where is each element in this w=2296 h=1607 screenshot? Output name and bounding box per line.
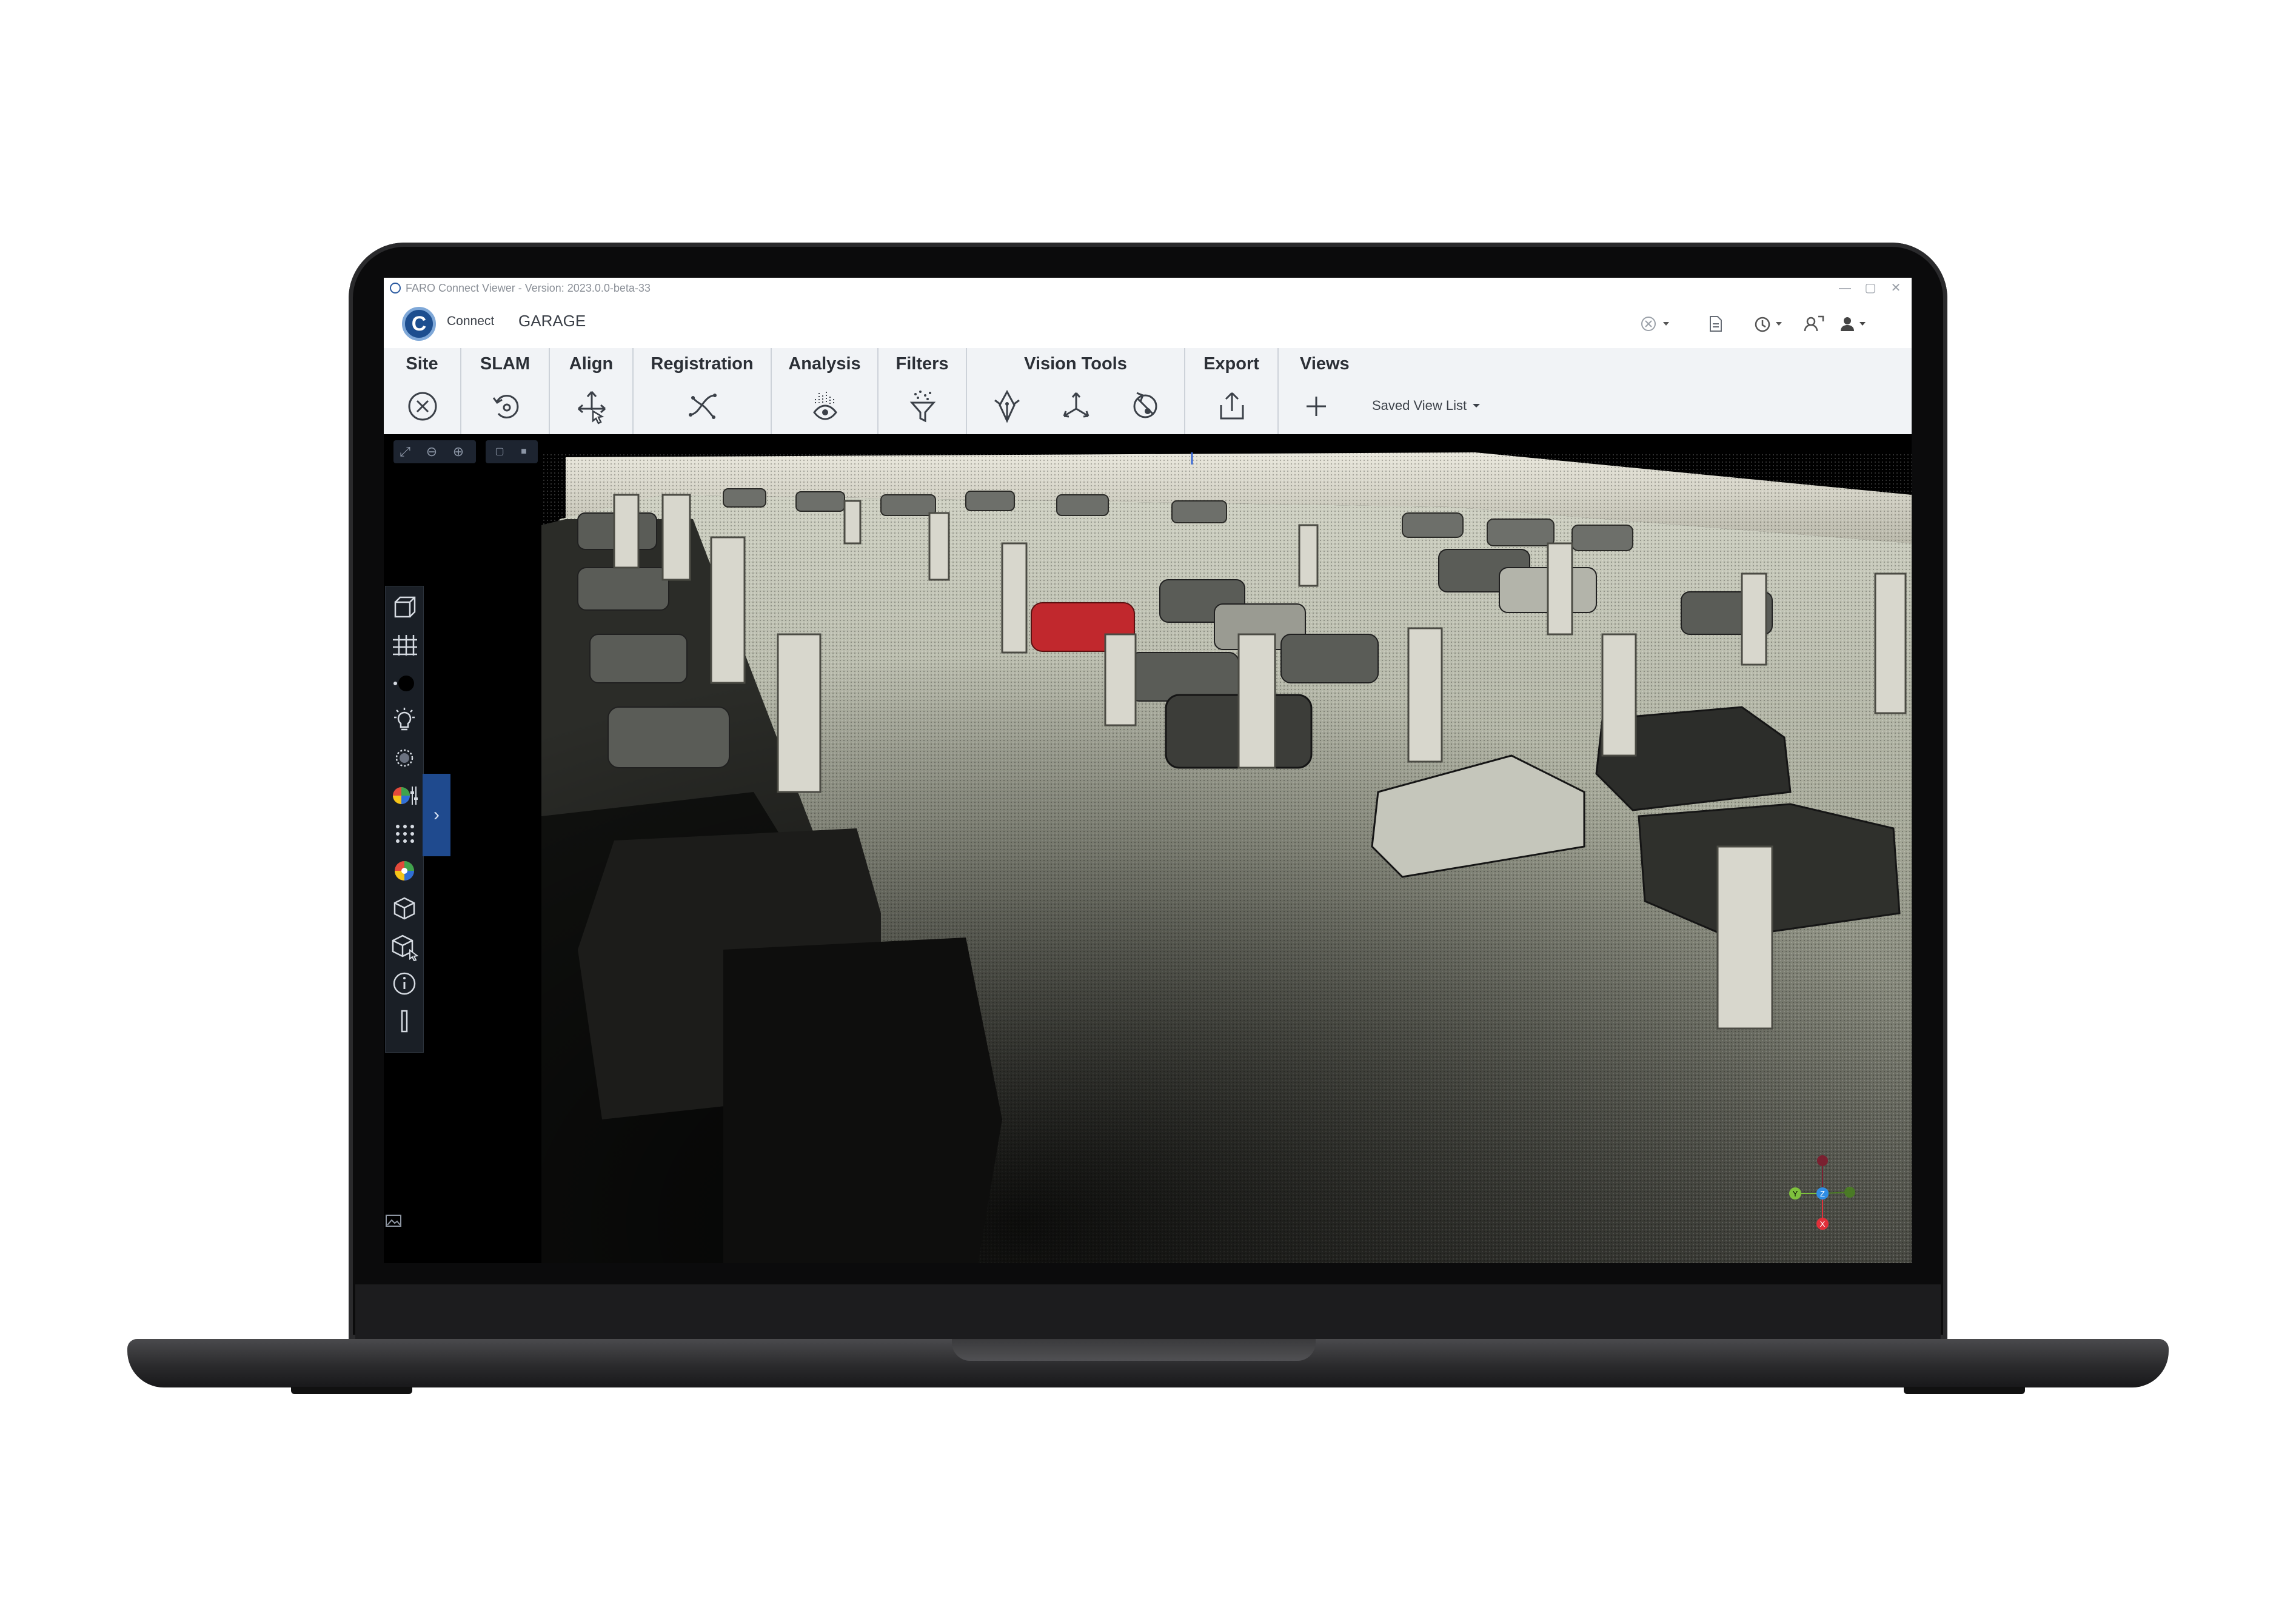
cube-view-icon[interactable] [389,592,420,623]
history-icon[interactable] [1752,313,1786,335]
ribbon-group-registration: Registration [634,348,772,434]
measure-tool-icon[interactable] [1126,387,1165,426]
pen-tool-icon[interactable] [988,387,1026,426]
minimize-button[interactable]: — [1833,278,1857,298]
zoom-in-icon[interactable]: ⊕ [450,444,466,460]
saved-view-list-label: Saved View List [1372,398,1467,413]
sidebar-expand-button[interactable]: › [423,774,450,856]
viewer-tool-sidebar [385,586,424,1053]
add-view-icon[interactable] [1297,387,1336,426]
view-mode-controls: ▢ ■ [486,440,538,463]
axis-z-label: Z [1820,1189,1825,1198]
ribbon-group-align: Align [550,348,634,434]
ribbon-group-site: Site [384,348,461,434]
app-window: FARO Connect Viewer - Version: 2023.0.0-… [384,278,1912,1263]
axis-orientation-gizmo[interactable]: X Y Z [1789,1150,1856,1235]
lighting-icon[interactable] [389,705,420,736]
window-title: FARO Connect Viewer - Version: 2023.0.0-… [406,282,651,294]
app-small-logo-icon [390,283,401,294]
group-label-filters: Filters [895,354,949,374]
connect-logo: C [402,307,436,341]
group-label-vision-tools: Vision Tools [1024,354,1127,374]
filter-icon[interactable] [903,387,942,426]
export-icon[interactable] [1213,387,1251,426]
ribbon-group-vision-tools: Vision Tools [967,348,1185,434]
laptop-bezel-chin [355,1284,1941,1339]
title-bar: FARO Connect Viewer - Version: 2023.0.0-… [384,278,1912,298]
fit-view-icon[interactable]: ⤢ [397,444,413,460]
axis-y-label: Y [1793,1189,1798,1198]
group-label-analysis: Analysis [788,354,861,374]
group-label-site: Site [406,354,438,374]
info-icon[interactable] [389,968,420,999]
app-header: C Connect GARAGE [384,298,1912,348]
document-icon[interactable] [1705,313,1725,335]
axes-tool-icon[interactable] [1057,387,1096,426]
brightness-icon[interactable] [389,743,420,773]
group-label-align: Align [569,354,614,374]
ribbon-group-views: Views Saved View List [1279,348,1509,434]
group-label-slam: SLAM [480,354,530,374]
share-user-icon[interactable] [1802,313,1827,335]
saved-view-list-dropdown[interactable]: Saved View List [1372,398,1482,414]
analysis-eye-icon[interactable] [806,387,845,426]
group-label-export: Export [1203,354,1259,374]
brand-name: Connect [447,314,495,328]
point-cloud-scan [541,452,1912,1263]
slam-icon[interactable] [486,387,525,426]
screenshot-icon[interactable] [384,1212,408,1236]
toolbar-ribbon: Site SLAM Align Registration Analysis Fi… [384,348,1912,435]
axis-x-label: X [1820,1220,1826,1229]
point-size-icon[interactable] [389,668,420,698]
chevron-down-icon [1473,404,1481,408]
group-label-registration: Registration [651,354,754,374]
registration-icon[interactable] [683,387,722,426]
laptop-foot [1904,1387,2025,1394]
user-account-icon[interactable] [1839,313,1870,335]
ribbon-group-analysis: Analysis [772,348,879,434]
point-density-icon[interactable] [389,818,420,848]
laptop-foot [291,1387,412,1394]
color-adjust-icon[interactable] [389,780,420,811]
align-move-icon[interactable] [572,387,611,426]
point-cloud-viewport[interactable]: ⤢ ⊖ ⊕ ▢ ■ › X Y Z [384,434,1912,1263]
ribbon-group-export: Export [1185,348,1279,434]
maximize-button[interactable]: ▢ [1858,278,1883,298]
axis-neg-x-icon [1817,1155,1828,1166]
ruler-icon[interactable] [389,1006,420,1036]
ribbon-group-slam: SLAM [461,348,550,434]
laptop-notch [952,1339,1316,1361]
axis-neg-y-icon [1844,1187,1855,1198]
close-window-button[interactable]: ✕ [1884,278,1908,298]
grid-icon[interactable] [389,630,420,660]
group-label-views: Views [1300,354,1350,374]
perspective-mode-icon[interactable]: ▢ [492,444,507,460]
clipping-box-icon[interactable] [389,931,420,962]
close-site-icon[interactable] [403,387,442,426]
ribbon-group-filters: Filters [879,348,967,434]
view-nav-controls: ⤢ ⊖ ⊕ [393,440,476,463]
project-name[interactable]: GARAGE [518,312,586,330]
status-close-icon[interactable] [1639,313,1672,335]
box-icon[interactable] [389,893,420,924]
orthographic-mode-icon[interactable]: ■ [516,444,532,460]
zoom-out-icon[interactable]: ⊖ [424,444,440,460]
color-wheel-icon[interactable] [389,856,420,886]
